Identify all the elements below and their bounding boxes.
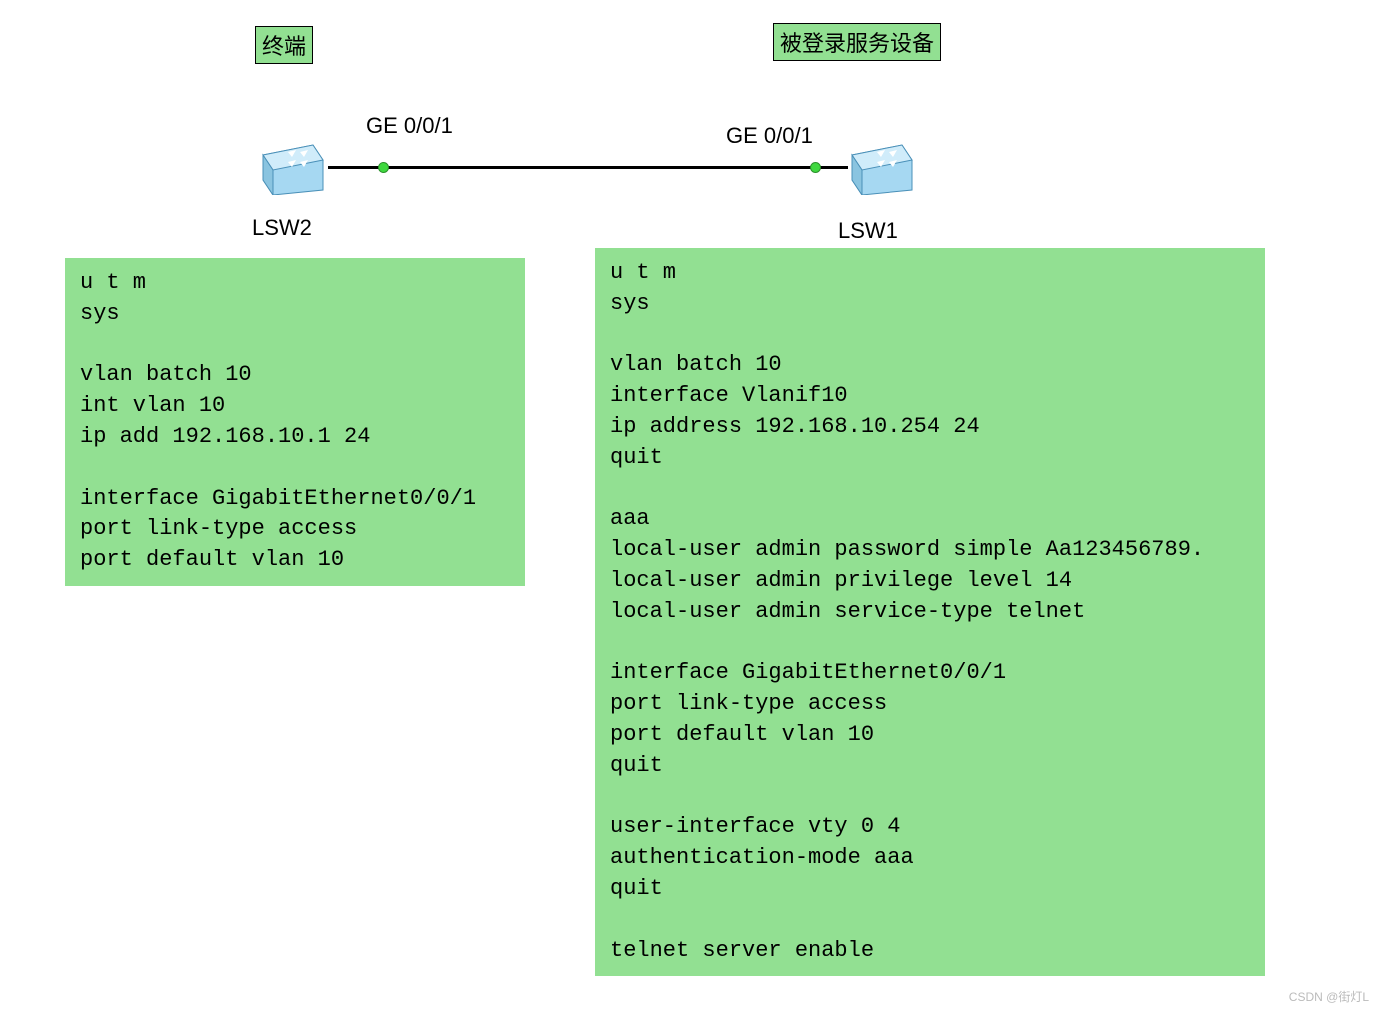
link-dot-left — [378, 162, 389, 173]
link-dot-right — [810, 162, 821, 173]
link-line — [328, 166, 848, 169]
server-label: 被登录服务设备 — [773, 23, 941, 61]
switch-icon-left — [258, 140, 328, 195]
device-label-left: LSW2 — [252, 215, 312, 241]
config-box-lsw2: u t m sys vlan batch 10 int vlan 10 ip a… — [65, 258, 525, 586]
watermark: CSDN @街灯L — [1289, 988, 1369, 1005]
config-box-lsw1: u t m sys vlan batch 10 interface Vlanif… — [595, 248, 1265, 976]
switch-icon-right — [847, 140, 917, 195]
device-label-right: LSW1 — [838, 218, 898, 244]
terminal-label: 终端 — [255, 26, 313, 64]
port-label-left: GE 0/0/1 — [366, 113, 453, 139]
port-label-right: GE 0/0/1 — [726, 123, 813, 149]
